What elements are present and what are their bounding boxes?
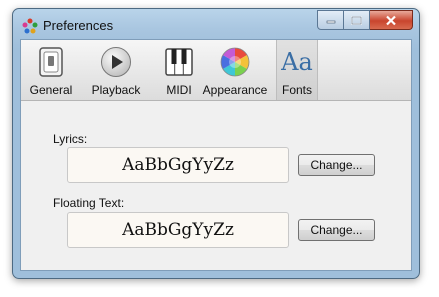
tab-label: Playback bbox=[91, 83, 141, 97]
close-icon bbox=[386, 15, 396, 25]
app-icon bbox=[22, 18, 38, 34]
lyrics-change-button[interactable]: Change... bbox=[298, 154, 375, 176]
tab-midi[interactable]: MIDI bbox=[159, 40, 199, 100]
client-area: General Playback MIDI Appearance Aa Font… bbox=[20, 39, 412, 271]
preferences-toolbar: General Playback MIDI Appearance Aa Font… bbox=[21, 40, 411, 101]
floating-text-change-button[interactable]: Change... bbox=[298, 219, 375, 241]
tab-label: Fonts bbox=[281, 83, 312, 97]
title-bar[interactable]: Preferences bbox=[13, 9, 419, 39]
minimize-icon bbox=[326, 20, 335, 24]
tab-label: General bbox=[29, 83, 73, 97]
floating-text-label: Floating Text: bbox=[53, 196, 125, 210]
floating-text-font-preview: AaBbGgYyZz bbox=[67, 212, 289, 248]
caption-buttons bbox=[317, 10, 413, 30]
tab-fonts[interactable]: Aa Fonts bbox=[276, 40, 318, 100]
play-icon bbox=[101, 47, 131, 77]
window-title: Preferences bbox=[43, 18, 114, 33]
tab-appearance[interactable]: Appearance bbox=[203, 40, 267, 100]
close-button[interactable] bbox=[370, 10, 413, 30]
lyrics-font-preview: AaBbGgYyZz bbox=[67, 147, 289, 183]
minimize-button[interactable] bbox=[317, 10, 344, 30]
preferences-window: Preferences General Playback MIDI Appear… bbox=[12, 8, 420, 279]
maximize-icon bbox=[351, 15, 362, 25]
maximize-button[interactable] bbox=[344, 10, 370, 30]
color-wheel-icon bbox=[220, 47, 250, 77]
tab-label: Appearance bbox=[202, 83, 268, 97]
piano-keys-icon bbox=[165, 48, 193, 76]
tab-playback[interactable]: Playback bbox=[87, 40, 145, 100]
fonts-icon: Aa bbox=[281, 48, 313, 76]
tab-general[interactable]: General bbox=[27, 40, 75, 100]
switch-icon bbox=[39, 47, 63, 77]
lyrics-label: Lyrics: bbox=[53, 132, 88, 146]
tab-label: MIDI bbox=[166, 83, 192, 97]
